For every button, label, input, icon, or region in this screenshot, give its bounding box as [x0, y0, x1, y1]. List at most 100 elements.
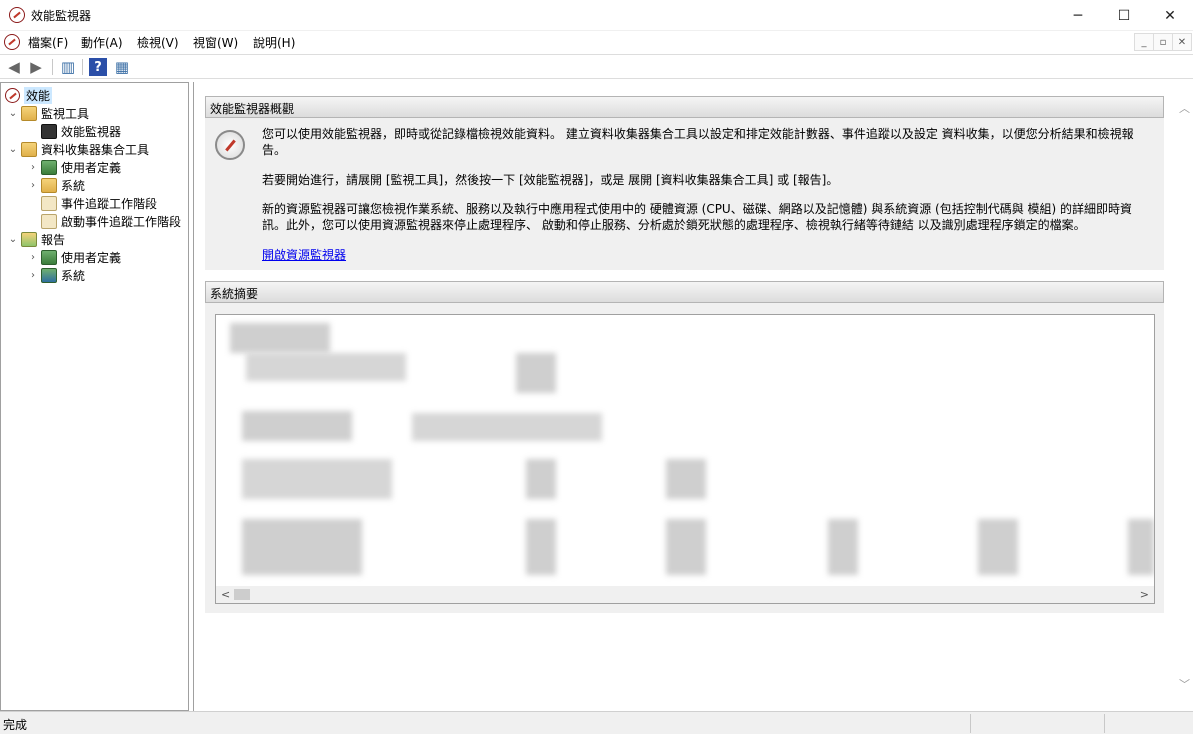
tree-item-label: 啟動事件追蹤工作階段	[61, 214, 182, 229]
overview-paragraph-getting-started: 若要開始進行，請展開 [監視工具]，然後按一下 [效能監視器]，或是 展開 [資…	[262, 173, 839, 187]
obscured-text	[242, 519, 362, 575]
vertical-scrollbar[interactable]: ︿ ﹀	[1176, 96, 1193, 706]
show-hide-action-pane-icon[interactable]: ▦	[113, 58, 131, 76]
menu-action[interactable]: 動作(A)	[81, 34, 123, 51]
system-icon	[41, 177, 57, 193]
status-text: 完成	[3, 718, 28, 732]
menu-window[interactable]: 視窗(W)	[193, 34, 238, 51]
overview-paragraph-intro: 您可以使用效能監視器，即時或從記錄檔檢視效能資料。 建立資料收集器集合工具以設定…	[262, 127, 1134, 157]
tree-item-dcs-user-defined[interactable]: › 使用者定義	[27, 158, 121, 176]
tree-item-reports-user-defined[interactable]: › 使用者定義	[27, 248, 121, 266]
event-trace-icon	[41, 195, 57, 211]
tree-item-data-collector-sets[interactable]: ⌄ 資料收集器集合工具	[7, 140, 149, 158]
tree-item-monitoring-tools[interactable]: ⌄ 監視工具	[7, 104, 89, 122]
system-report-icon	[41, 267, 57, 283]
mdi-close-button[interactable]: ✕	[1172, 33, 1192, 51]
tree-item-event-trace-sessions[interactable]: 事件追蹤工作階段	[27, 194, 157, 212]
performance-graph-icon	[41, 123, 57, 139]
tree-item-startup-event-trace-sessions[interactable]: 啟動事件追蹤工作階段	[27, 212, 181, 230]
collapse-chevron-icon[interactable]: ⌄	[7, 234, 19, 245]
tree-item-label: 效能監視器	[61, 124, 122, 139]
mdi-minimize-button[interactable]: _	[1134, 33, 1154, 51]
back-arrow-icon[interactable]: ◀	[5, 58, 23, 76]
tree-item-label: 效能	[24, 86, 53, 104]
title-bar: 效能監視器 ─ ☐ ✕	[0, 0, 1193, 31]
obscured-text	[526, 519, 556, 575]
obscured-text	[230, 323, 330, 353]
tree-item-dcs-system[interactable]: › 系統	[27, 176, 85, 194]
tree-item-performance-monitor[interactable]: 效能監視器	[27, 122, 121, 140]
obscured-text	[242, 459, 392, 499]
overview-section: 效能監視器概觀 您可以使用效能監視器，即時或從記錄檔檢視效能資料。 建立資料收集…	[205, 96, 1164, 270]
user-defined-report-icon	[41, 249, 57, 265]
tree-item-label: 監視工具	[41, 106, 90, 121]
mmc-system-menu-icon[interactable]	[4, 34, 20, 50]
system-summary-section: 系統摘要 < >	[205, 281, 1164, 613]
menu-file[interactable]: 檔案(F)	[28, 34, 68, 51]
system-summary-content: < >	[215, 314, 1155, 604]
menu-bar: 檔案(F) 動作(A) 檢視(V) 視窗(W) 說明(H)	[0, 31, 1193, 53]
tree-item-reports-system[interactable]: › 系統	[27, 266, 85, 284]
obscured-text	[412, 413, 602, 441]
tree-item-label: 使用者定義	[61, 160, 122, 175]
mdi-restore-button[interactable]: ▫	[1153, 33, 1173, 51]
horizontal-scroll-thumb[interactable]	[234, 589, 250, 600]
obscured-text	[246, 353, 406, 381]
close-button[interactable]: ✕	[1147, 0, 1193, 31]
folder-icon	[21, 105, 37, 121]
menu-help[interactable]: 說明(H)	[253, 34, 295, 51]
console-tree: 效能 ⌄ 監視工具 效能監視器 ⌄ 資料收集器集合工具 › 使用者定義 › 系統…	[0, 82, 189, 711]
startup-event-trace-icon	[41, 213, 57, 229]
toolbar: ◀ ▶ ▥ ? ▦	[0, 54, 1193, 79]
scroll-left-icon[interactable]: <	[221, 588, 230, 601]
status-pane	[1104, 714, 1193, 733]
scroll-right-icon[interactable]: >	[1140, 588, 1149, 601]
tree-item-performance[interactable]: 效能	[5, 86, 53, 104]
system-summary-header: 系統摘要	[205, 281, 1164, 303]
horizontal-scrollbar[interactable]: < >	[216, 586, 1154, 603]
show-hide-console-tree-icon[interactable]: ▥	[59, 58, 77, 76]
forward-arrow-icon[interactable]: ▶	[27, 58, 45, 76]
expand-chevron-icon[interactable]: ›	[27, 252, 39, 263]
help-icon[interactable]: ?	[89, 58, 107, 76]
obscured-text	[666, 459, 706, 499]
obscured-text	[1128, 519, 1154, 575]
tree-item-label: 資料收集器集合工具	[41, 142, 150, 157]
reports-icon	[21, 231, 37, 247]
collapse-chevron-icon[interactable]: ⌄	[7, 144, 19, 155]
obscured-text	[666, 519, 706, 575]
menu-view[interactable]: 檢視(V)	[137, 34, 179, 51]
toolbar-separator	[82, 59, 83, 75]
maximize-button[interactable]: ☐	[1101, 0, 1147, 31]
toolbar-separator	[52, 59, 53, 75]
tree-item-label: 使用者定義	[61, 250, 122, 265]
window-title: 效能監視器	[31, 9, 92, 23]
scroll-up-icon[interactable]: ︿	[1176, 100, 1193, 116]
tree-item-reports[interactable]: ⌄ 報告	[7, 230, 65, 248]
tree-item-label: 事件追蹤工作階段	[61, 196, 158, 211]
tree-item-label: 報告	[41, 232, 66, 247]
overview-body: 您可以使用效能監視器，即時或從記錄檔檢視效能資料。 建立資料收集器集合工具以設定…	[205, 118, 1164, 284]
user-defined-icon	[41, 159, 57, 175]
expand-chevron-icon[interactable]: ›	[27, 180, 39, 191]
overview-header: 效能監視器概觀	[205, 96, 1164, 118]
expand-chevron-icon[interactable]: ›	[27, 162, 39, 173]
performance-monitor-app-icon[interactable]	[9, 7, 25, 23]
minimize-button[interactable]: ─	[1055, 0, 1101, 31]
performance-monitor-icon	[215, 130, 245, 160]
obscured-text	[516, 353, 556, 393]
obscured-text	[242, 411, 352, 441]
expand-chevron-icon[interactable]: ›	[27, 270, 39, 281]
scroll-down-icon[interactable]: ﹀	[1176, 676, 1193, 692]
collapse-chevron-icon[interactable]: ⌄	[7, 108, 19, 119]
data-collector-set-icon	[21, 141, 37, 157]
open-resource-monitor-link[interactable]: 開啟資源監視器	[262, 247, 346, 263]
obscured-text	[526, 459, 556, 499]
results-pane: 效能監視器概觀 您可以使用效能監視器，即時或從記錄檔檢視效能資料。 建立資料收集…	[193, 82, 1193, 711]
performance-icon	[5, 87, 20, 103]
status-pane	[970, 714, 1104, 733]
obscured-text	[978, 519, 1018, 575]
status-bar: 完成	[0, 711, 1193, 734]
obscured-text	[828, 519, 858, 575]
tree-item-label: 系統	[61, 268, 86, 283]
